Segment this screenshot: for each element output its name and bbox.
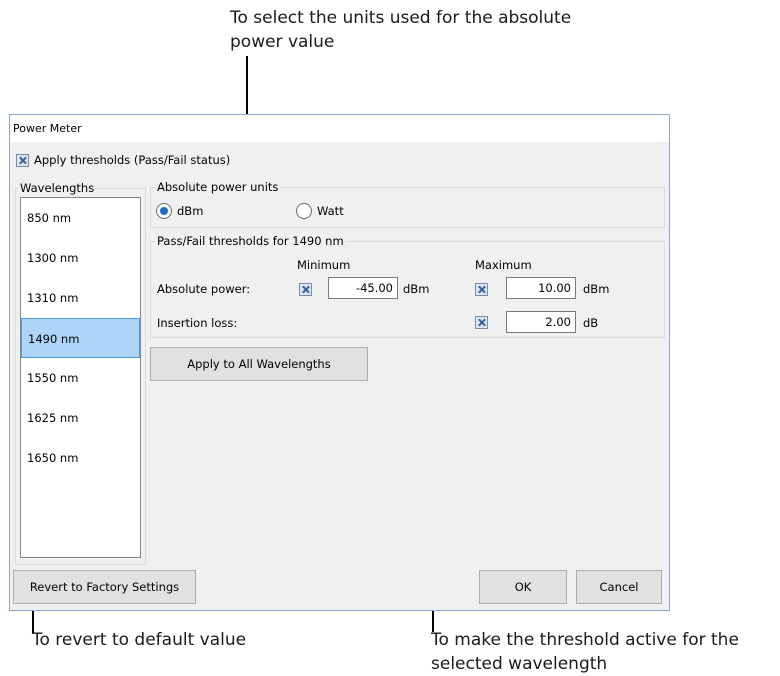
cancel-button[interactable]: Cancel	[576, 570, 662, 604]
callout-revert: To revert to default value	[32, 630, 247, 650]
il-max-checkbox[interactable]	[475, 316, 488, 329]
apply-all-wavelengths-button[interactable]: Apply to All Wavelengths	[150, 347, 368, 381]
callout-threshold-line1: To make the threshold active for the	[431, 630, 739, 650]
list-item[interactable]: 1625 nm	[21, 398, 140, 438]
apply-thresholds-checkbox[interactable]	[16, 154, 29, 167]
list-item-selected[interactable]: 1490 nm	[21, 318, 140, 358]
abs-min-unit: dBm	[403, 282, 430, 296]
dbm-radio[interactable]	[156, 203, 172, 219]
abs-min-input[interactable]: -45.00	[328, 277, 398, 299]
il-max-unit: dB	[583, 316, 599, 330]
dialog-title: Power Meter	[10, 115, 669, 142]
callout-units-line1: To select the units used for the absolut…	[230, 8, 572, 28]
watt-label: Watt	[317, 204, 344, 218]
wavelengths-label: Wavelengths	[18, 181, 97, 195]
list-item[interactable]: 1650 nm	[21, 438, 140, 478]
maximum-header: Maximum	[475, 258, 532, 272]
abs-max-input[interactable]: 10.00	[506, 277, 576, 299]
watt-radio[interactable]	[296, 203, 312, 219]
absolute-power-label: Absolute power:	[157, 282, 251, 296]
power-meter-dialog: Power Meter Apply thresholds (Pass/Fail …	[9, 114, 670, 611]
units-group-label: Absolute power units	[155, 180, 281, 194]
il-max-input[interactable]: 2.00	[506, 311, 576, 333]
abs-max-checkbox[interactable]	[475, 283, 488, 296]
wavelength-list[interactable]: 850 nm 1300 nm 1310 nm 1490 nm 1550 nm 1…	[20, 197, 141, 558]
insertion-loss-label: Insertion loss:	[157, 316, 238, 330]
minimum-header: Minimum	[297, 258, 351, 272]
ok-button[interactable]: OK	[479, 570, 567, 604]
list-item[interactable]: 1550 nm	[21, 358, 140, 398]
abs-min-checkbox[interactable]	[299, 283, 312, 296]
apply-thresholds-label: Apply thresholds (Pass/Fail status)	[34, 153, 231, 167]
dbm-label: dBm	[177, 204, 204, 218]
callout-threshold-line2: selected wavelength	[431, 654, 608, 674]
list-item[interactable]: 1300 nm	[21, 238, 140, 278]
abs-max-unit: dBm	[583, 282, 610, 296]
list-item[interactable]: 1310 nm	[21, 278, 140, 318]
revert-factory-button[interactable]: Revert to Factory Settings	[13, 570, 196, 604]
callout-units-line2: power value	[230, 32, 335, 52]
list-item[interactable]: 850 nm	[21, 198, 140, 238]
thresholds-group-label: Pass/Fail thresholds for 1490 nm	[155, 234, 346, 248]
